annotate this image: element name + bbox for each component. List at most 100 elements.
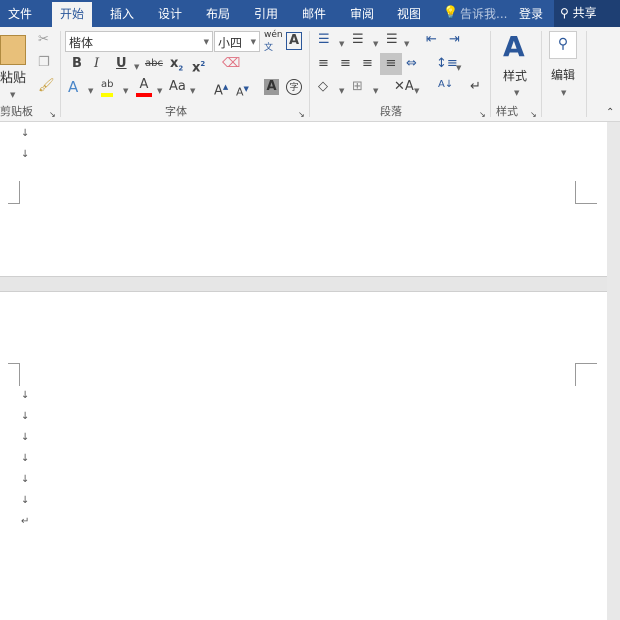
chinese-layout-icon[interactable]: ✕A <box>394 79 414 95</box>
ribbon-tab-bar: 文件 开始 插入 设计 布局 引用 邮件 审阅 视图 💡 告诉我... 登录 <box>0 0 620 27</box>
shading-icon[interactable]: ◇ <box>318 79 328 95</box>
change-case-icon[interactable]: Aa <box>169 79 186 95</box>
editing-dropdown-icon[interactable]: ▼ <box>561 85 566 101</box>
document-area[interactable] <box>0 122 607 620</box>
phonetic-char: 文 <box>264 43 274 53</box>
tab-home[interactable]: 开始 <box>52 2 93 27</box>
paragraph-dialog-launcher-icon[interactable]: ↘ <box>479 107 486 123</box>
tab-review[interactable]: 审阅 <box>350 5 374 22</box>
vertical-scrollbar[interactable] <box>607 122 620 620</box>
share-label: 共享 <box>572 6 597 20</box>
align-center-icon[interactable]: ≡ <box>340 56 351 72</box>
italic-icon[interactable]: I <box>94 56 99 72</box>
text-effects-dropdown-icon[interactable]: ▼ <box>88 83 93 99</box>
align-right-icon[interactable]: ≡ <box>362 56 373 72</box>
tab-file[interactable]: 文件 <box>8 5 32 22</box>
multilevel-dropdown-icon[interactable]: ▼ <box>404 36 409 52</box>
editing-button[interactable]: 编辑 <box>551 66 575 83</box>
paragraph-mark: ↓ <box>21 411 30 422</box>
group-label-font: 字体 <box>165 105 187 118</box>
sort-icon[interactable]: A↓ <box>438 77 453 93</box>
group-label-clipboard: 剪贴板 <box>0 105 33 118</box>
page-corner-mark <box>575 181 597 204</box>
styles-dialog-launcher-icon[interactable]: ↘ <box>530 107 537 123</box>
line-spacing-dropdown-icon[interactable]: ▼ <box>456 60 461 76</box>
text-effects-icon[interactable]: A <box>68 79 78 95</box>
font-size-value: 小四 <box>218 36 243 50</box>
paste-button[interactable]: 粘贴 <box>0 67 26 86</box>
shrink-font-icon[interactable]: A▼ <box>236 81 249 101</box>
highlight-color-icon[interactable]: ab <box>101 77 114 97</box>
bullets-icon[interactable]: ☰ <box>318 32 330 48</box>
copy-icon[interactable]: ❐ <box>38 55 50 71</box>
enclose-characters-icon[interactable]: 字 <box>286 79 302 95</box>
increase-indent-icon[interactable]: ⇥ <box>449 32 460 48</box>
page-corner-mark <box>8 363 20 386</box>
line-spacing-icon[interactable]: ↕≡ <box>436 56 458 72</box>
collapse-ribbon-icon[interactable]: ⌃ <box>606 105 614 121</box>
numbering-icon[interactable]: ☰ <box>352 32 364 48</box>
page-gap <box>0 276 607 292</box>
tab-references[interactable]: 引用 <box>254 5 278 22</box>
align-left-icon[interactable]: ≡ <box>318 56 329 72</box>
format-painter-icon[interactable]: 🖌 <box>38 78 55 94</box>
paragraph-mark: ↓ <box>21 453 30 464</box>
sign-in-link[interactable]: 登录 <box>519 5 543 22</box>
styles-icon[interactable]: A <box>503 31 525 63</box>
borders-icon[interactable]: ⊞ <box>352 79 363 95</box>
font-name-value: 楷体 <box>69 36 94 50</box>
bullets-dropdown-icon[interactable]: ▼ <box>339 36 344 52</box>
highlight-dropdown-icon[interactable]: ▼ <box>123 83 128 99</box>
share-button[interactable]: ⚲ 共享 <box>554 0 620 27</box>
dialog-launcher-icon[interactable]: ↘ <box>49 107 56 123</box>
chinese-layout-dropdown-icon[interactable]: ▼ <box>414 83 419 99</box>
paragraph-mark: ↓ <box>21 432 30 443</box>
grow-font-icon[interactable]: A▲ <box>214 79 228 99</box>
styles-button[interactable]: 样式 <box>503 67 527 84</box>
group-label-styles: 样式 <box>496 105 518 118</box>
tell-me-search[interactable]: 告诉我... <box>460 5 507 22</box>
tab-layout[interactable]: 布局 <box>206 5 230 22</box>
paste-dropdown-icon[interactable]: ▼ <box>10 87 15 103</box>
subscript-icon[interactable]: x2 <box>170 56 183 77</box>
numbering-dropdown-icon[interactable]: ▼ <box>373 36 378 52</box>
lightbulb-icon: 💡 <box>443 5 458 19</box>
character-shading-icon[interactable]: A <box>264 79 279 95</box>
paragraph-mark: ↓ <box>21 149 30 160</box>
ribbon: 粘贴 ▼ ✂ ❐ 🖌 剪贴板 ↘ 楷体 ▼ 小四 ▼ wén 文 A B I U ▼ … <box>0 27 620 122</box>
underline-icon[interactable]: U <box>116 56 127 72</box>
strikethrough-icon[interactable]: abc <box>145 56 163 72</box>
font-size-select[interactable]: 小四 ▼ <box>214 31 260 52</box>
end-paragraph-mark: ↵ <box>21 516 30 527</box>
tab-design[interactable]: 设计 <box>158 5 182 22</box>
cut-icon[interactable]: ✂ <box>38 32 49 48</box>
borders-dropdown-icon[interactable]: ▼ <box>373 83 378 99</box>
clear-formatting-icon[interactable]: ⌫ <box>222 56 240 72</box>
phonetic-guide-button[interactable]: wén 文 <box>264 30 283 53</box>
paste-icon[interactable] <box>0 35 26 65</box>
character-border-icon[interactable]: A <box>286 32 302 50</box>
paragraph-mark: ↓ <box>21 128 30 139</box>
tab-insert[interactable]: 插入 <box>110 5 134 22</box>
decrease-indent-icon[interactable]: ⇤ <box>426 32 437 48</box>
font-color-dropdown-icon[interactable]: ▼ <box>157 83 162 99</box>
justify-icon[interactable]: ≡ <box>380 53 402 75</box>
font-color-icon[interactable]: A <box>136 77 152 97</box>
underline-dropdown-icon[interactable]: ▼ <box>134 59 139 75</box>
multilevel-list-icon[interactable]: ☰ <box>386 32 398 48</box>
font-dialog-launcher-icon[interactable]: ↘ <box>298 107 305 123</box>
superscript-icon[interactable]: x2 <box>192 56 205 76</box>
shading-dropdown-icon[interactable]: ▼ <box>339 83 344 99</box>
page-corner-mark <box>575 363 597 386</box>
tab-mailings[interactable]: 邮件 <box>302 5 326 22</box>
tab-view[interactable]: 视图 <box>397 5 421 22</box>
find-icon[interactable]: ⚲ <box>549 31 577 59</box>
change-case-dropdown-icon[interactable]: ▼ <box>190 83 195 99</box>
person-add-icon: ⚲ <box>560 6 569 20</box>
distributed-icon[interactable]: ⇔ <box>406 56 417 72</box>
styles-dropdown-icon[interactable]: ▼ <box>514 85 519 101</box>
bold-icon[interactable]: B <box>72 56 82 72</box>
font-name-select[interactable]: 楷体 ▼ <box>65 31 213 52</box>
show-marks-icon[interactable]: ↵ <box>470 79 481 95</box>
paragraph-mark: ↓ <box>21 495 30 506</box>
